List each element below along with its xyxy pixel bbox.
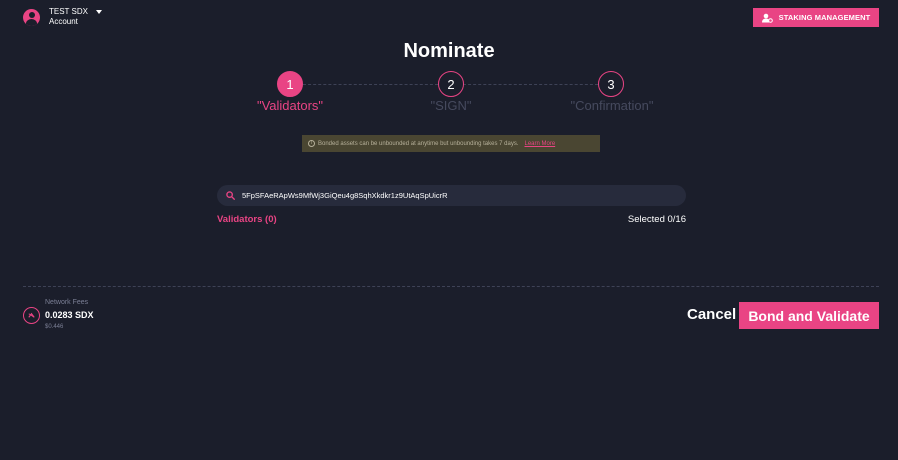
info-icon: i [308, 140, 315, 147]
staking-management-button[interactable]: STAKING MANAGEMENT [753, 8, 879, 27]
fees-usd-value: $0.446 [45, 324, 64, 330]
step-3-indicator: 3 [598, 71, 624, 97]
fees-amount: 0.0283 SDX [45, 310, 94, 320]
search-input[interactable] [242, 191, 662, 200]
search-bar[interactable] [217, 185, 686, 206]
divider [23, 286, 879, 287]
step-1-label: "Validators" [256, 98, 324, 113]
step-3-label: "Confirmation" [570, 98, 654, 113]
staking-management-label: STAKING MANAGEMENT [778, 13, 871, 22]
cancel-button[interactable]: Cancel [687, 306, 736, 323]
selected-count: Selected 0/16 [627, 214, 686, 225]
validators-count-tab[interactable]: Validators (0) [217, 214, 277, 225]
search-icon [226, 191, 235, 200]
page-title: Nominate [403, 40, 495, 62]
account-selector[interactable]: TEST SDX Account [23, 7, 102, 27]
unbonding-notice: i Bonded assets can be unbounded at anyt… [302, 135, 600, 152]
fees-icon [23, 307, 40, 324]
step-connector [303, 84, 438, 85]
stepper: 1 2 3 "Validators" "SIGN" "Confirmation" [0, 71, 898, 116]
notice-text: Bonded assets can be unbounded at anytim… [318, 140, 519, 147]
fees-label: Network Fees [45, 299, 89, 306]
step-1-indicator: 1 [277, 71, 303, 97]
avatar-icon [23, 8, 40, 26]
learn-more-link[interactable]: Learn More [524, 141, 555, 147]
bond-and-validate-button[interactable]: Bond and Validate [739, 302, 879, 329]
chevron-down-icon[interactable] [95, 10, 102, 14]
step-2-label: "SIGN" [430, 98, 472, 113]
user-settings-icon [761, 13, 773, 23]
account-subtitle: Account [49, 17, 78, 26]
account-name: TEST SDX [49, 7, 88, 16]
step-connector [463, 84, 598, 85]
step-2-indicator: 2 [438, 71, 464, 97]
